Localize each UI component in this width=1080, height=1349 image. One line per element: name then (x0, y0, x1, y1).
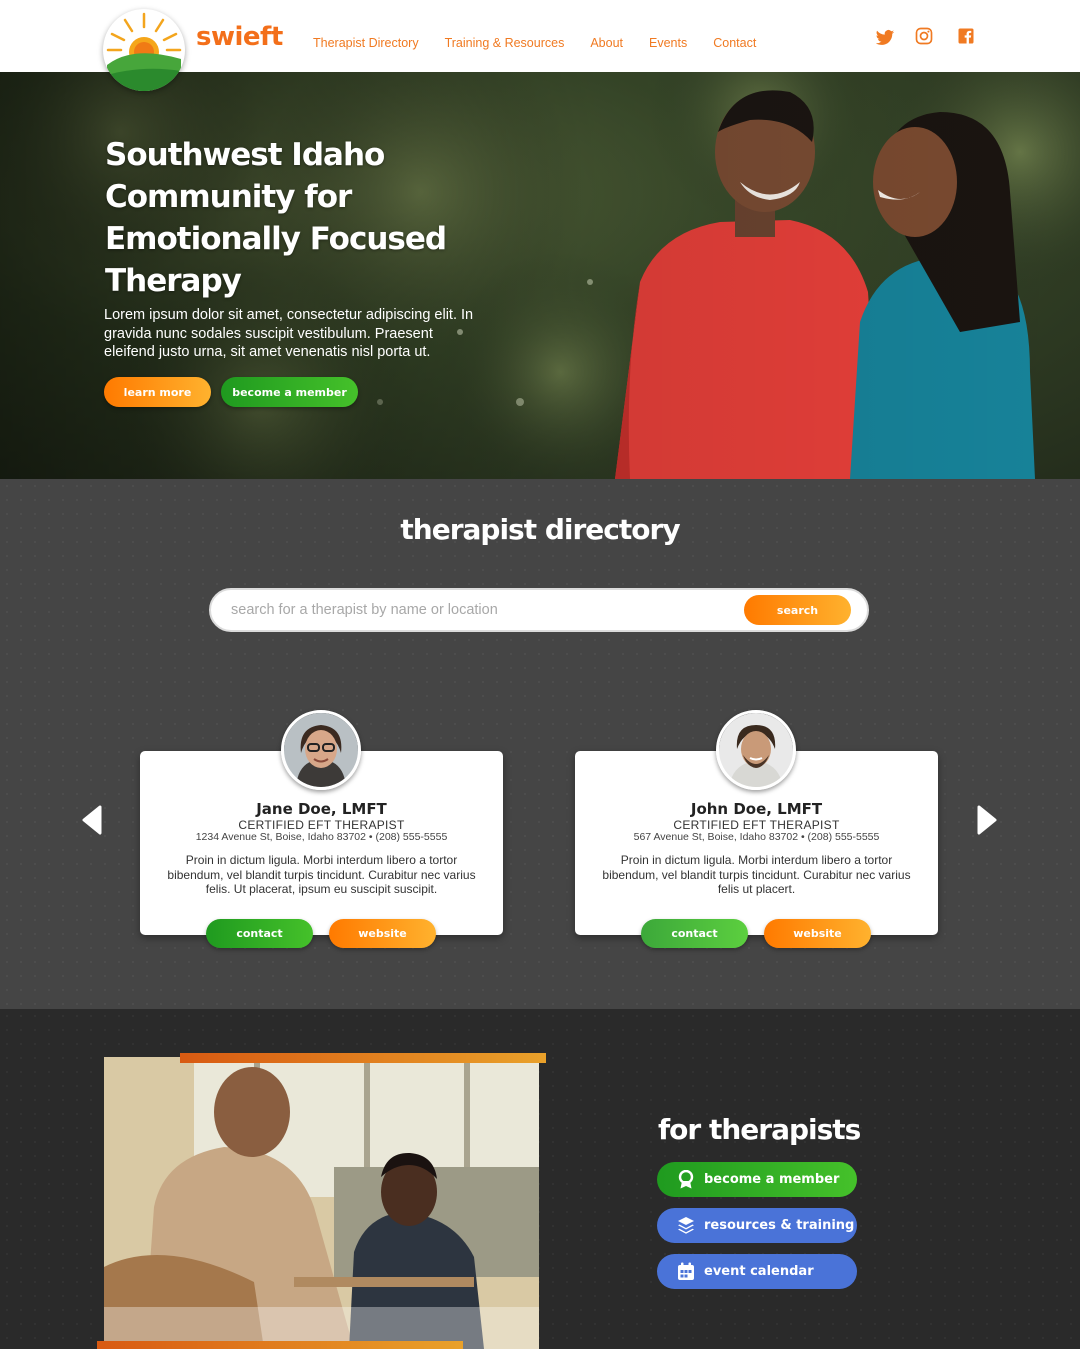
therapist-role: CERTIFIED EFT THERAPIST (238, 818, 405, 832)
therapist-role: CERTIFIED EFT THERAPIST (673, 818, 840, 832)
event-calendar-label: event calendar (704, 1264, 814, 1279)
session-photo-illustration (104, 1057, 539, 1349)
brand-name[interactable]: swieft (196, 22, 283, 52)
therapist-address: 567 Avenue St, Boise, Idaho 83702 • (208… (633, 831, 880, 843)
become-member-link[interactable]: become a member (657, 1162, 857, 1197)
facebook-icon[interactable] (956, 26, 976, 46)
hero-title: Southwest Idaho Community for Emotionall… (105, 137, 447, 299)
therapist-address: 1234 Avenue St, Boise, Idaho 83702 • (20… (195, 831, 448, 843)
resources-training-label: resources & training (704, 1218, 855, 1233)
search-input[interactable] (231, 590, 731, 630)
directory-title: therapist directory (400, 513, 680, 546)
site-header: swieft Therapist Directory Training & Re… (0, 0, 1080, 91)
accent-bar-bottom (97, 1341, 463, 1349)
become-member-label: become a member (704, 1172, 840, 1187)
nav-about[interactable]: About (590, 36, 623, 50)
nav-therapist-directory[interactable]: Therapist Directory (313, 36, 419, 50)
therapist-avatar (716, 710, 796, 790)
website-button[interactable]: website (764, 919, 871, 948)
avatar-photo (719, 713, 793, 787)
therapist-name: Jane Doe, LMFT (256, 800, 387, 818)
for-therapists-section: for therapists become a member resources… (0, 1009, 1080, 1349)
resources-training-link[interactable]: resources & training (657, 1208, 857, 1243)
hero-banner: Southwest Idaho Community for Emotionall… (0, 72, 1080, 479)
layers-icon (678, 1217, 694, 1234)
therapist-avatar (281, 710, 361, 790)
nav-contact[interactable]: Contact (713, 36, 756, 50)
learn-more-button[interactable]: learn more (104, 377, 211, 407)
search-button[interactable]: search (744, 595, 851, 625)
main-nav: Therapist Directory Training & Resources… (313, 36, 756, 50)
website-button[interactable]: website (329, 919, 436, 948)
therapist-name: John Doe, LMFT (690, 800, 823, 818)
therapist-directory-section: therapist directory search Jane Doe, LMF… (0, 479, 1080, 1009)
twitter-icon[interactable] (875, 28, 895, 48)
avatar-photo (284, 713, 358, 787)
carousel-prev-arrow-icon[interactable] (80, 805, 104, 835)
nav-events[interactable]: Events (649, 36, 687, 50)
nav-training-resources[interactable]: Training & Resources (445, 36, 565, 50)
carousel-next-arrow-icon[interactable] (975, 805, 999, 835)
hero-description: Lorem ipsum dolor sit amet, consectetur … (104, 307, 474, 360)
logo[interactable] (103, 9, 185, 91)
contact-button[interactable]: contact (641, 919, 748, 948)
become-member-button[interactable]: become a member (221, 377, 358, 407)
event-calendar-link[interactable]: event calendar (657, 1254, 857, 1289)
therapist-bio: Proin in dictum ligula. Morbi interdum l… (602, 853, 911, 896)
contact-button[interactable]: contact (206, 919, 313, 948)
for-therapists-title: for therapists (658, 1113, 861, 1146)
accent-bar-top (180, 1053, 546, 1063)
badge-icon (678, 1170, 694, 1189)
sun-logo-icon (106, 12, 182, 91)
therapist-bio: Proin in dictum ligula. Morbi interdum l… (167, 853, 476, 896)
calendar-icon (678, 1262, 694, 1280)
therapy-session-photo (104, 1057, 539, 1349)
search-bar: search (209, 588, 869, 632)
instagram-icon[interactable] (914, 26, 934, 46)
